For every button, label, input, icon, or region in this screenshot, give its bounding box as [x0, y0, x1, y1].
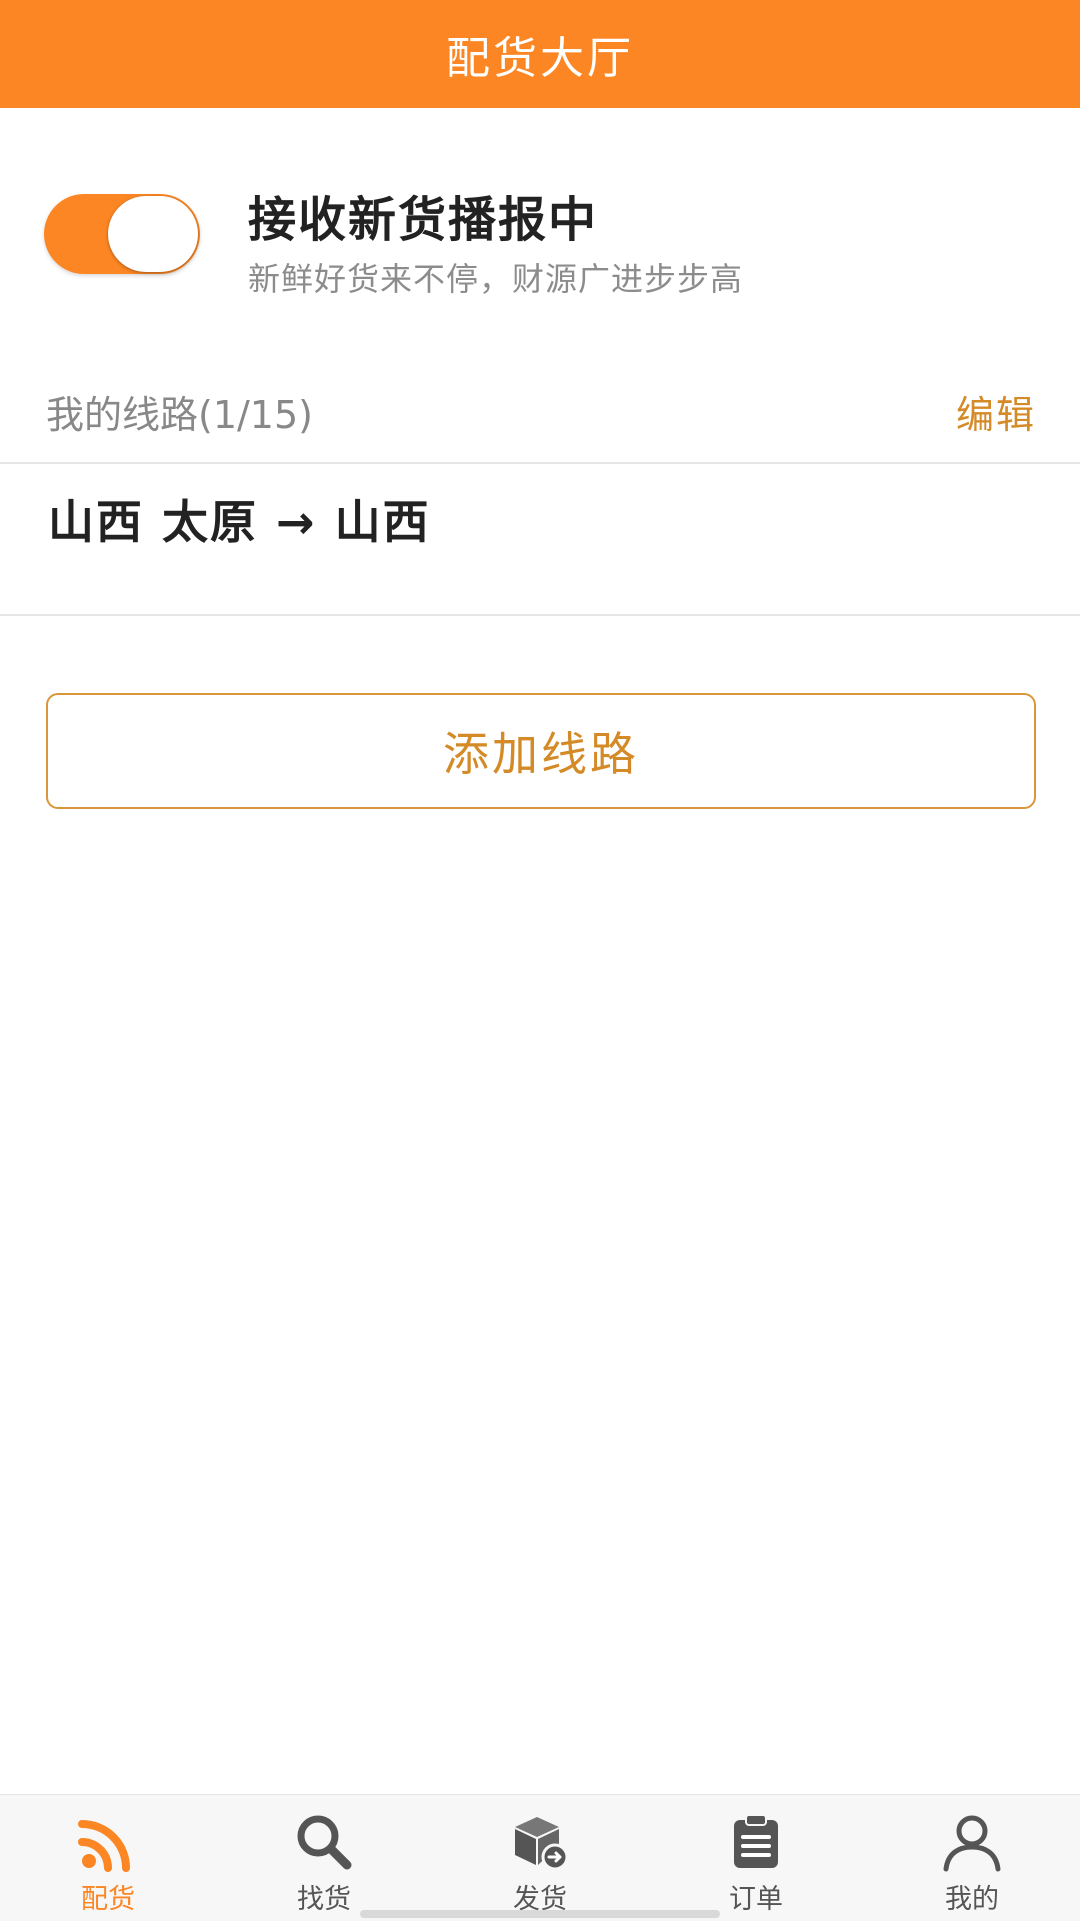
package-send-icon [507, 1809, 573, 1875]
app-header: 配货大厅 [0, 0, 1080, 108]
add-route-label: 添加线路 [443, 727, 639, 781]
divider [0, 614, 1080, 616]
routes-header: 我的线路(1/15) 编辑 [0, 360, 1080, 462]
clipboard-icon [723, 1809, 789, 1875]
broadcast-title: 接收新货播报中 [248, 192, 599, 248]
toggle-knob [108, 196, 198, 272]
search-icon [291, 1809, 357, 1875]
broadcast-toggle[interactable] [44, 194, 200, 274]
tab-fahuo[interactable]: 发货 [432, 1795, 648, 1921]
tab-label: 我的 [945, 1884, 999, 1915]
home-indicator [360, 1910, 720, 1918]
edit-routes-button[interactable]: 编辑 [956, 384, 1036, 439]
tab-label: 配货 [81, 1884, 135, 1915]
page-title: 配货大厅 [446, 33, 634, 84]
routes-count-label: 我的线路(1/15) [46, 393, 313, 437]
tab-peihuo[interactable]: 配货 [0, 1795, 216, 1921]
user-icon [939, 1809, 1005, 1875]
route-label: 山西 太原 → 山西 [48, 495, 431, 549]
broadcast-subtitle: 新鲜好货来不停，财源广进步步高 [248, 260, 744, 298]
route-item[interactable]: 山西 太原 → 山西 [0, 464, 1080, 614]
bottom-tab-bar: 配货 找货 发货 订单 我的 [0, 1794, 1080, 1921]
add-route-button[interactable]: 添加线路 [46, 693, 1036, 809]
tab-wode[interactable]: 我的 [864, 1795, 1080, 1921]
tab-zhaohuo[interactable]: 找货 [216, 1795, 432, 1921]
tab-dingdan[interactable]: 订单 [648, 1795, 864, 1921]
broadcast-panel: 接收新货播报中 新鲜好货来不停，财源广进步步高 [0, 108, 1080, 348]
rss-icon [75, 1809, 141, 1875]
